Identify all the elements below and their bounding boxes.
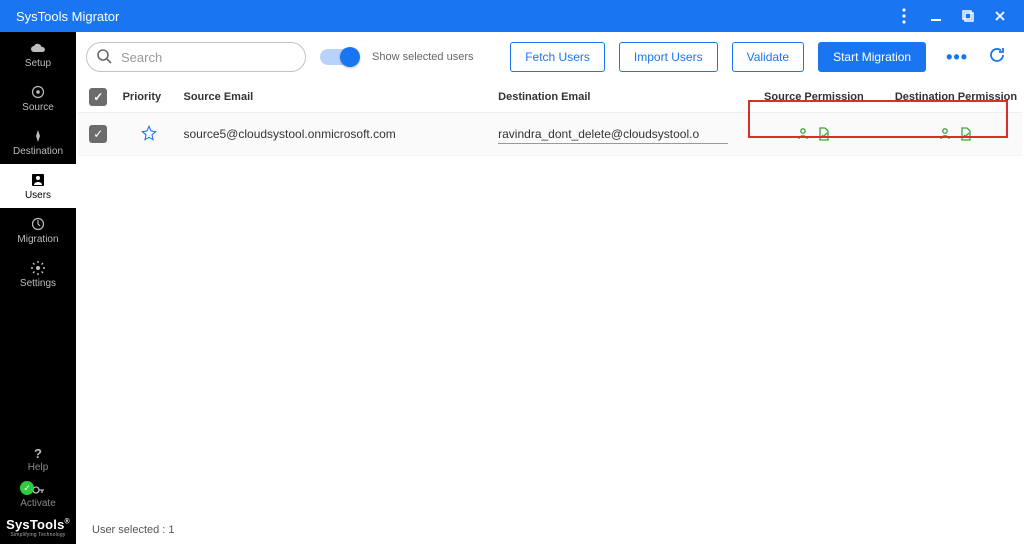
sidebar-item-help[interactable]: ? Help: [0, 441, 76, 477]
search-icon: [96, 48, 112, 69]
minimize-icon[interactable]: [922, 2, 950, 30]
refresh-icon[interactable]: [988, 46, 1006, 69]
sidebar-item-label: Help: [28, 462, 49, 473]
sidebar-item-label: Settings: [20, 278, 56, 289]
destination-email-input[interactable]: [498, 125, 728, 144]
col-destination-email: Destination Email: [494, 82, 738, 113]
close-icon[interactable]: [986, 2, 1014, 30]
import-users-button[interactable]: Import Users: [619, 42, 718, 72]
compass-icon: [31, 128, 45, 144]
clock-icon: [31, 216, 45, 232]
users-table: ✓ Priority Source Email Destination Emai…: [76, 82, 1024, 516]
source-permission-cell: [742, 121, 886, 147]
doc-ok-icon: [959, 127, 973, 141]
sidebar-item-destination[interactable]: Destination: [0, 120, 76, 164]
sidebar-item-label: Setup: [25, 58, 51, 69]
sidebar-item-migration[interactable]: Migration: [0, 208, 76, 252]
select-all-checkbox[interactable]: ✓: [89, 88, 107, 106]
status-dot-icon: [20, 481, 34, 495]
sidebar: Setup Source Destination Users: [0, 32, 76, 544]
users-icon: [31, 172, 45, 188]
destination-permission-cell: [894, 121, 1018, 147]
col-priority: Priority: [119, 82, 180, 113]
sidebar-item-label: Destination: [13, 146, 63, 157]
sidebar-item-label: Activate: [20, 498, 56, 509]
search-input[interactable]: [86, 42, 306, 72]
doc-ok-icon: [817, 127, 831, 141]
user-ok-icon: [939, 127, 953, 141]
col-source-email: Source Email: [179, 82, 494, 113]
row-checkbox[interactable]: ✓: [89, 125, 107, 143]
title-bar: SysTools Migrator: [0, 0, 1024, 32]
col-destination-permission: Destination Permission: [890, 82, 1022, 113]
help-icon: ?: [34, 446, 42, 462]
brand-logo: SysTools® Simplifying Technology: [0, 513, 76, 544]
cloud-icon: [30, 40, 46, 56]
user-selected-count: User selected : 1: [92, 524, 175, 536]
fetch-users-button[interactable]: Fetch Users: [510, 42, 605, 72]
user-ok-icon: [797, 127, 811, 141]
priority-star-icon[interactable]: [141, 130, 157, 144]
sidebar-item-label: Users: [25, 190, 51, 201]
sidebar-item-label: Migration: [17, 234, 58, 245]
source-email-cell: source5@cloudsystool.onmicrosoft.com: [183, 127, 395, 141]
maximize-icon[interactable]: [954, 2, 982, 30]
sidebar-item-users[interactable]: Users: [0, 164, 76, 208]
title-more-icon[interactable]: [890, 2, 918, 30]
table-row[interactable]: ✓ source5@cloudsystool.onmicrosoft.com: [78, 113, 1022, 156]
brand-name: SysTools: [6, 517, 64, 532]
sidebar-item-setup[interactable]: Setup: [0, 32, 76, 76]
show-selected-toggle[interactable]: [320, 49, 358, 65]
brand-tagline: Simplifying Technology: [0, 532, 76, 538]
toolbar: Show selected users Fetch Users Import U…: [76, 32, 1024, 82]
sidebar-item-label: Source: [22, 102, 54, 113]
sidebar-item-source[interactable]: Source: [0, 76, 76, 120]
gear-icon: [31, 260, 45, 276]
validate-button[interactable]: Validate: [732, 42, 804, 72]
app-title: SysTools Migrator: [16, 9, 119, 24]
toggle-label: Show selected users: [372, 51, 474, 63]
footer-status-bar: User selected : 1: [76, 516, 1024, 544]
start-migration-button[interactable]: Start Migration: [818, 42, 926, 72]
sidebar-item-settings[interactable]: Settings: [0, 252, 76, 296]
toolbar-more-icon[interactable]: •••: [940, 47, 974, 68]
col-source-permission: Source Permission: [738, 82, 890, 113]
target-icon: [31, 84, 45, 100]
sidebar-item-activate[interactable]: Activate: [0, 477, 76, 513]
